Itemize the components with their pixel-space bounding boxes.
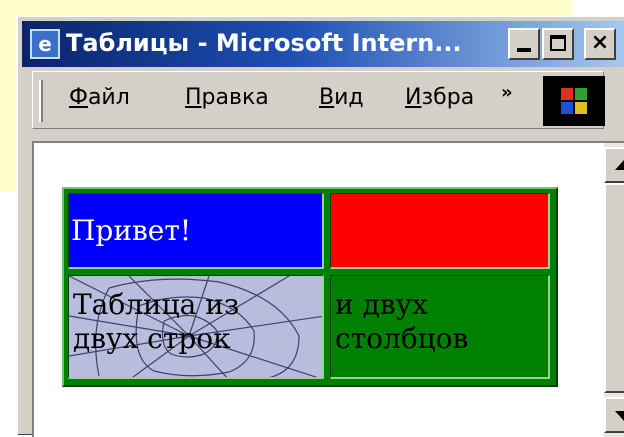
menu-file[interactable]: Файл	[69, 85, 130, 110]
close-button[interactable]: ×	[584, 28, 616, 60]
minimize-icon	[517, 48, 531, 52]
scroll-thumb[interactable]	[604, 183, 624, 393]
windows-logo-icon	[543, 76, 605, 126]
menu-favorites[interactable]: Избра	[405, 85, 491, 110]
table-cell-r1c2	[330, 193, 550, 269]
minimize-button[interactable]	[508, 28, 540, 60]
cell-text-privet: Привет!	[71, 214, 192, 247]
menu-edit[interactable]: Правка	[185, 85, 269, 110]
demo-table: Привет! Таблица из двух строк и двух сто…	[62, 187, 558, 387]
title-bar[interactable]: e Таблицы - Microsoft Intern... ×	[22, 21, 624, 67]
page-content-area: Привет! Таблица из двух строк и двух сто…	[32, 141, 624, 437]
ie-page-icon: e	[30, 29, 60, 59]
vertical-scrollbar[interactable]	[604, 143, 624, 437]
scroll-down-button[interactable]	[604, 397, 624, 433]
table-cell-r2c1: Таблица из двух строк	[68, 275, 324, 379]
scroll-down-icon	[615, 411, 624, 421]
window-title: Таблицы - Microsoft Intern...	[66, 29, 462, 57]
scroll-up-button[interactable]	[604, 147, 624, 183]
table-cell-r2c2: и двух столбцов	[330, 275, 550, 379]
maximize-icon	[550, 35, 566, 51]
menu-view[interactable]: Вид	[319, 85, 364, 110]
browser-window: e Таблицы - Microsoft Intern... × Файл П…	[16, 15, 624, 437]
scroll-up-icon	[615, 160, 624, 170]
toolbar-grip[interactable]	[39, 80, 43, 122]
cell-text-block: и двух столбцов	[335, 288, 469, 355]
menu-bar: Файл Правка Вид Избра »	[32, 71, 605, 129]
table-cell-r1c1: Привет!	[68, 193, 324, 269]
maximize-button[interactable]	[542, 28, 574, 60]
cell-text-block: Таблица из двух строк	[73, 288, 240, 355]
menu-overflow-chevron-icon[interactable]: »	[501, 82, 513, 103]
close-icon: ×	[590, 30, 610, 55]
